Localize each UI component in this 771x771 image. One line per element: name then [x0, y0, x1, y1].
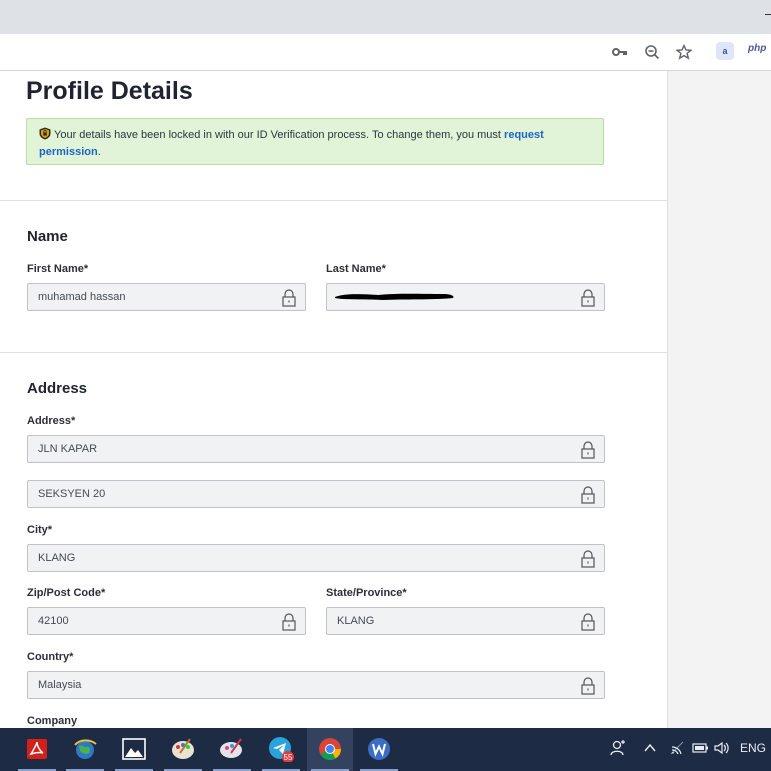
zip-value: 42100 [38, 615, 69, 627]
city-label: City* [27, 524, 53, 536]
name-section-title: Name [27, 228, 68, 245]
zip-label: Zip/Post Code* [27, 587, 106, 599]
volume-icon[interactable] [714, 741, 732, 758]
acrobat-icon[interactable] [23, 735, 51, 763]
state-label: State/Province* [326, 587, 407, 599]
taskbar: 55 ENG [0, 728, 771, 771]
section-divider [0, 200, 667, 201]
notice-period: . [97, 146, 101, 158]
word-icon[interactable] [365, 735, 393, 763]
people-icon[interactable] [608, 739, 626, 760]
first-name-field[interactable]: muhamad hassan [27, 283, 306, 311]
state-value: KLANG [337, 615, 375, 627]
wifi-icon[interactable] [669, 741, 685, 758]
country-label: Country* [27, 651, 74, 663]
address-line1-value: JLN KAPAR [38, 443, 98, 455]
last-name-label: Last Name* [326, 263, 386, 275]
battery-icon[interactable] [691, 741, 709, 758]
zoom-out-icon[interactable] [642, 42, 662, 62]
chrome-icon[interactable] [316, 735, 344, 763]
bookmark-star-icon[interactable] [674, 42, 694, 62]
language-indicator[interactable]: ENG [740, 741, 766, 755]
chevron-up-icon[interactable] [644, 742, 656, 756]
city-value: KLANG [38, 552, 76, 564]
state-field[interactable]: KLANG [326, 607, 605, 635]
notice-text: Your details have been locked in with ou… [54, 129, 501, 141]
paint3d-icon[interactable] [218, 735, 246, 763]
address-line1-field[interactable]: JLN KAPAR [27, 435, 605, 463]
shield-icon [39, 127, 51, 140]
lock-icon [282, 289, 296, 307]
lock-icon [581, 550, 595, 568]
right-sidebar [667, 71, 771, 728]
browser-toolbar: a php [0, 34, 771, 71]
zip-field[interactable]: 42100 [27, 607, 306, 635]
country-value: Malaysia [38, 679, 82, 691]
extension-badge-icon[interactable]: a [716, 42, 734, 60]
photos-icon[interactable] [120, 735, 148, 763]
first-name-label: First Name* [27, 263, 89, 275]
earth-icon[interactable] [71, 735, 99, 763]
lock-icon [282, 613, 296, 631]
minimize-button[interactable] [765, 14, 771, 15]
php-extension-icon[interactable]: php [748, 43, 766, 54]
page-title: Profile Details [26, 77, 193, 105]
key-icon[interactable] [610, 42, 630, 62]
redaction-mark [335, 293, 454, 300]
lock-icon [581, 613, 595, 631]
lock-icon [581, 441, 595, 459]
lock-icon [581, 486, 595, 504]
address-section-title: Address [27, 380, 88, 397]
telegram-icon[interactable]: 55 [267, 735, 295, 763]
section-divider [0, 352, 667, 353]
paint-icon[interactable] [169, 735, 197, 763]
last-name-field[interactable] [326, 283, 605, 311]
browser-titlebar [0, 0, 771, 34]
first-name-value: muhamad hassan [38, 291, 126, 303]
locked-notice: Your details have been locked in with ou… [26, 118, 604, 165]
profile-page: Profile Details Your details have been l… [0, 71, 667, 728]
lock-icon [581, 289, 595, 307]
address-label: Address* [27, 415, 76, 427]
address-line2-value: SEKSYEN 20 [38, 488, 106, 500]
lock-icon [581, 677, 595, 695]
city-field[interactable]: KLANG [27, 544, 605, 572]
country-field[interactable]: Malaysia [27, 671, 605, 699]
address-line2-field[interactable]: SEKSYEN 20 [27, 480, 605, 508]
telegram-badge: 55 [284, 753, 293, 762]
company-label: Company [27, 715, 78, 727]
